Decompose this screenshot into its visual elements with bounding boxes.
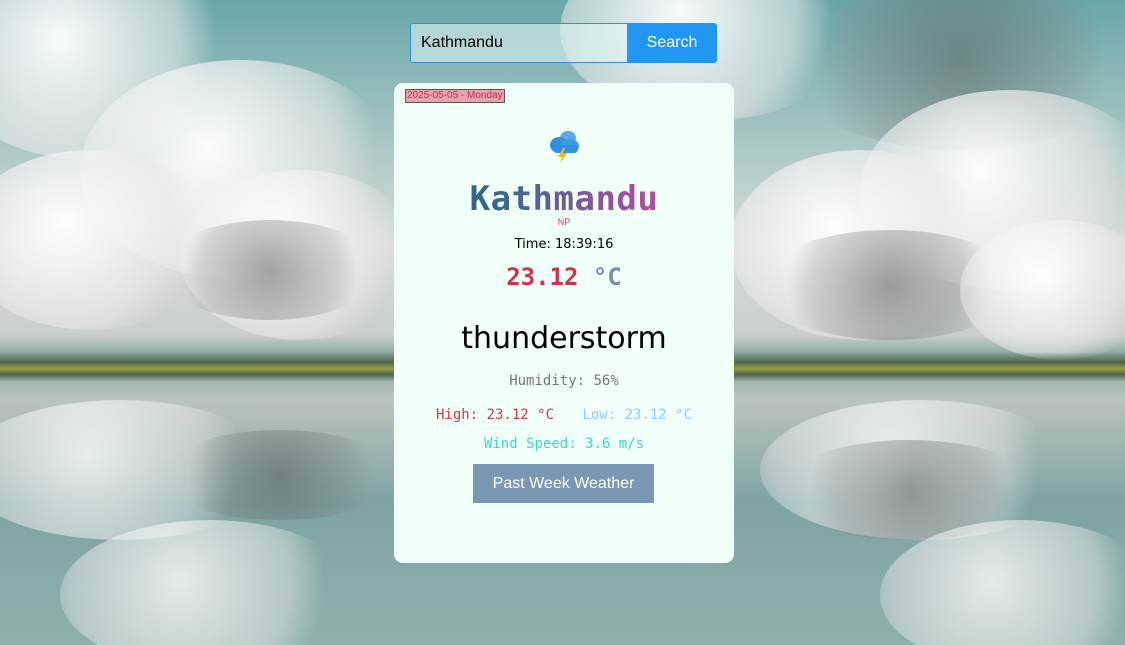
temperature-row: 23.12 °C (394, 263, 734, 291)
weather-condition: thunderstorm (461, 321, 667, 356)
thunderstorm-cloud-icon (546, 128, 582, 164)
low-temp: Low: 23.12 °C (582, 407, 692, 423)
high-value: 23.12 °C (486, 407, 554, 423)
time-row: Time: 18:39:16 (394, 237, 734, 252)
search-input[interactable] (410, 23, 627, 63)
humidity-value: 56% (593, 373, 619, 389)
humidity-row: Humidity: 56% (394, 373, 734, 389)
country-code: NP (557, 217, 571, 227)
high-low-row: High: 23.12 °C Low: 23.12 °C (394, 407, 734, 423)
humidity-label: Humidity: (509, 373, 586, 389)
search-bar: Search (410, 23, 717, 63)
time-value: 18:39:16 (554, 237, 614, 252)
date-badge: 2025-05-05 - Monday (405, 89, 505, 103)
past-week-weather-button[interactable]: Past Week Weather (473, 464, 654, 503)
city-name: Kathmandu (394, 179, 734, 219)
high-label: High: (435, 407, 479, 423)
temperature-value: 23.12 (506, 263, 579, 291)
wind-speed-row: Wind Speed: 3.6 m/s (394, 436, 734, 452)
wind-label: Wind Speed: (483, 436, 577, 452)
search-button[interactable]: Search (627, 23, 717, 63)
wind-value: 3.6 m/s (585, 436, 645, 452)
high-temp: High: 23.12 °C (436, 407, 562, 423)
low-label: Low: (582, 407, 617, 423)
temperature-unit: °C (592, 263, 622, 291)
weather-card: 2025-05-05 - Monday Kathmandu NP Time: 1… (394, 83, 734, 563)
low-value: 23.12 °C (624, 407, 693, 423)
time-label: Time: (514, 237, 551, 252)
